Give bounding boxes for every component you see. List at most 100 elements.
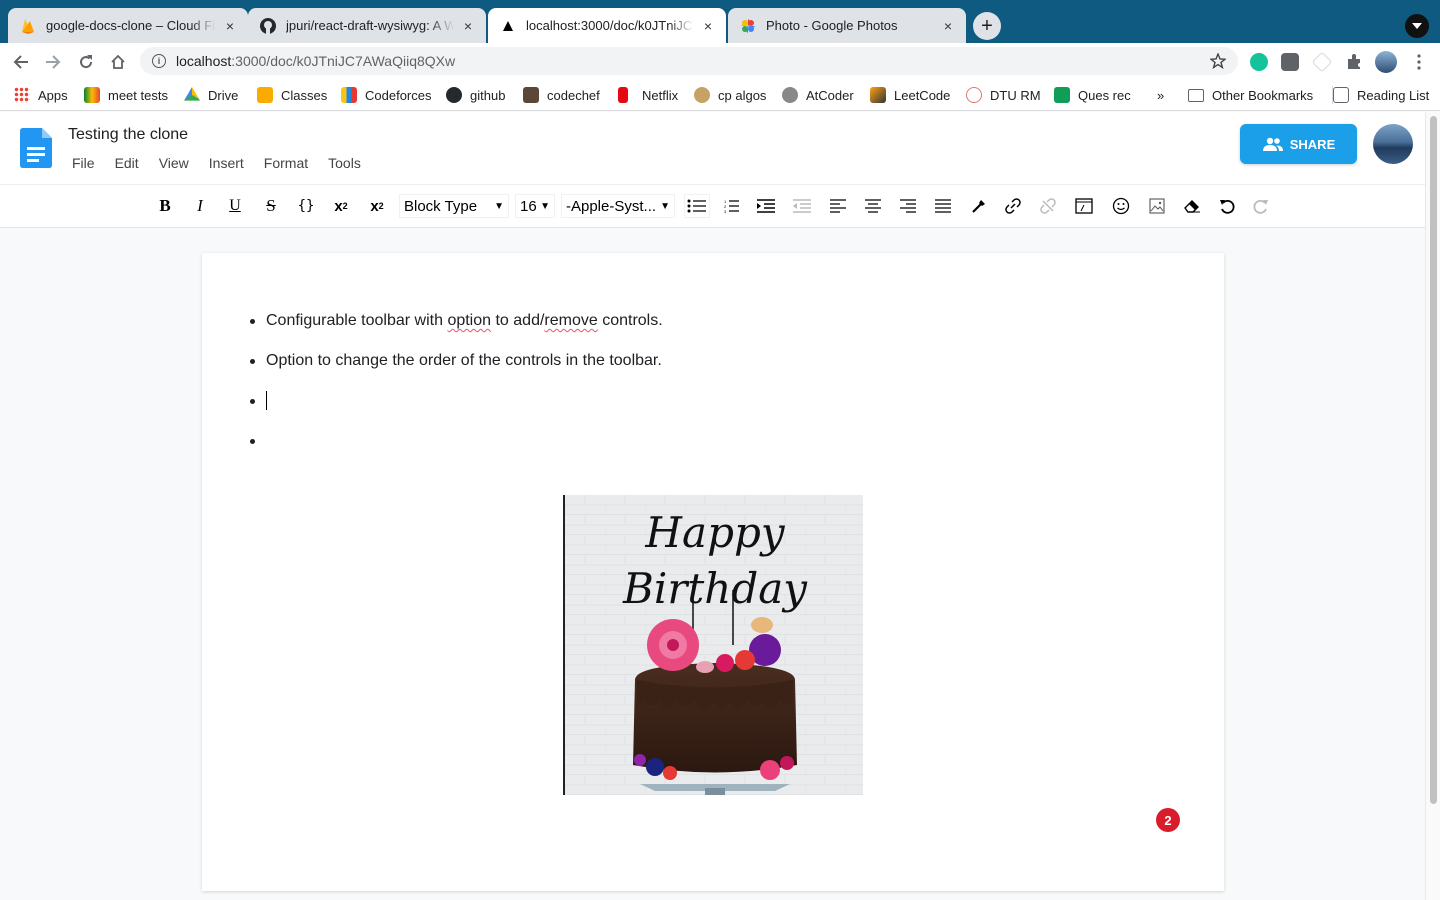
list-item[interactable] bbox=[248, 430, 663, 470]
bookmark-ques-rec[interactable]: Ques rec bbox=[1054, 86, 1131, 104]
menu-format[interactable]: Format bbox=[264, 155, 308, 171]
bookmark-star-icon[interactable] bbox=[1209, 52, 1227, 72]
atcoder-icon bbox=[782, 87, 798, 103]
reload-button[interactable] bbox=[75, 51, 97, 73]
font-family-value: -Apple-Syst... bbox=[566, 197, 657, 215]
profile-avatar[interactable] bbox=[1375, 51, 1397, 73]
redo-button[interactable] bbox=[1249, 194, 1273, 218]
bookmark-atcoder[interactable]: AtCoder bbox=[782, 86, 854, 104]
menu-insert[interactable]: Insert bbox=[209, 155, 244, 171]
notification-badge[interactable]: 2 bbox=[1156, 808, 1180, 832]
tab-firebase[interactable]: google-docs-clone – Cloud Fir × bbox=[8, 8, 248, 43]
list-item[interactable] bbox=[248, 390, 663, 430]
undo-button[interactable] bbox=[1215, 194, 1239, 218]
menu-edit[interactable]: Edit bbox=[115, 155, 139, 171]
bookmark-codechef[interactable]: codechef bbox=[523, 86, 600, 104]
indent-button[interactable] bbox=[754, 194, 778, 218]
subscript-button[interactable]: x2 bbox=[365, 194, 389, 218]
justify-button[interactable] bbox=[931, 194, 955, 218]
misspelled-word[interactable]: option bbox=[447, 312, 491, 329]
bookmark-label: Classes bbox=[281, 87, 328, 103]
image-button[interactable] bbox=[1145, 194, 1169, 218]
more-vert-icon[interactable] bbox=[1410, 53, 1428, 71]
font-size-value: 16 bbox=[520, 197, 537, 215]
close-icon[interactable]: × bbox=[460, 18, 476, 34]
unlink-button[interactable] bbox=[1036, 194, 1060, 218]
app-header bbox=[0, 112, 1425, 184]
remove-format-button[interactable] bbox=[1180, 194, 1204, 218]
indent-icon bbox=[757, 199, 775, 213]
bookmark-codeforces[interactable]: Codeforces bbox=[341, 86, 431, 104]
font-family-select[interactable]: -Apple-Syst... ▼ bbox=[561, 194, 675, 218]
reading-list[interactable]: Reading List bbox=[1332, 86, 1429, 104]
bullet-list[interactable]: Configurable toolbar with option to add/… bbox=[248, 310, 663, 470]
bookmark-apps[interactable]: Apps bbox=[14, 86, 68, 104]
back-button[interactable] bbox=[10, 51, 32, 73]
info-icon[interactable]: i bbox=[152, 54, 166, 68]
extension-icon[interactable] bbox=[1281, 53, 1299, 71]
ordered-list-button[interactable]: 123 bbox=[720, 194, 744, 218]
home-button[interactable] bbox=[107, 51, 129, 73]
share-button[interactable]: SHARE bbox=[1240, 124, 1357, 164]
align-left-icon bbox=[830, 199, 846, 213]
bookmarks-overflow-button[interactable]: » bbox=[1157, 86, 1164, 104]
menu-tools[interactable]: Tools bbox=[328, 155, 361, 171]
code-button[interactable]: {} bbox=[294, 194, 318, 218]
align-right-button[interactable] bbox=[896, 194, 920, 218]
color-picker-button[interactable] bbox=[967, 194, 991, 218]
scrollbar-thumb[interactable] bbox=[1430, 116, 1437, 804]
eraser-icon bbox=[1184, 200, 1200, 213]
close-icon[interactable]: × bbox=[700, 18, 716, 34]
link-button[interactable] bbox=[1001, 194, 1025, 218]
bold-button[interactable]: B bbox=[153, 194, 177, 218]
menu-view[interactable]: View bbox=[159, 155, 189, 171]
user-avatar[interactable] bbox=[1373, 124, 1413, 164]
forward-button[interactable] bbox=[42, 51, 64, 73]
align-center-button[interactable] bbox=[861, 194, 885, 218]
firebase-icon bbox=[20, 18, 36, 34]
list-item[interactable]: Configurable toolbar with option to add/… bbox=[248, 310, 663, 350]
editor-toolbar bbox=[0, 184, 1425, 228]
bookmark-cp-algos[interactable]: cp algos bbox=[694, 86, 766, 104]
align-left-button[interactable] bbox=[826, 194, 850, 218]
new-tab-button[interactable]: + bbox=[973, 12, 1001, 40]
font-size-select[interactable]: 16 ▼ bbox=[515, 194, 555, 218]
superscript-button[interactable]: x2 bbox=[329, 194, 353, 218]
bookmark-other[interactable]: Other Bookmarks bbox=[1188, 86, 1313, 104]
share-label: SHARE bbox=[1289, 136, 1336, 152]
italic-button[interactable]: I bbox=[188, 194, 212, 218]
outdent-button[interactable] bbox=[790, 194, 814, 218]
tab-search-button[interactable] bbox=[1405, 14, 1429, 38]
emoji-button[interactable] bbox=[1109, 194, 1133, 218]
unordered-list-button[interactable] bbox=[684, 194, 710, 218]
tab-github[interactable]: jpuri/react-draft-wysiwyg: A W × bbox=[248, 8, 486, 43]
close-icon[interactable]: × bbox=[940, 18, 956, 34]
bookmark-leetcode[interactable]: LeetCode bbox=[870, 86, 950, 104]
tab-localhost[interactable]: localhost:3000/doc/k0JTniJC7A × bbox=[488, 8, 726, 43]
docs-logo-icon[interactable] bbox=[20, 128, 52, 173]
strikethrough-button[interactable]: S bbox=[259, 194, 283, 218]
bookmark-github[interactable]: github bbox=[446, 86, 505, 104]
bookmark-meet-tests[interactable]: meet tests bbox=[84, 86, 168, 104]
tab-google-photos[interactable]: Photo - Google Photos × bbox=[728, 8, 966, 43]
misspelled-word[interactable]: remove bbox=[544, 312, 597, 329]
address-bar[interactable]: i localhost:3000/doc/k0JTniJC7AWaQiiq8QX… bbox=[140, 47, 1238, 75]
menu-file[interactable]: File bbox=[72, 155, 95, 171]
list-item[interactable]: Option to change the order of the contro… bbox=[248, 350, 663, 390]
cake-illustration: Happy Birthday bbox=[565, 495, 863, 795]
birthday-cake-image[interactable]: Happy Birthday bbox=[563, 495, 863, 795]
grammarly-icon[interactable] bbox=[1250, 53, 1268, 71]
bookmark-netflix[interactable]: Netflix bbox=[618, 86, 678, 104]
embed-button[interactable] bbox=[1072, 194, 1096, 218]
extension-icon[interactable] bbox=[1311, 51, 1333, 73]
block-type-select[interactable]: Block Type ▼ bbox=[399, 194, 509, 218]
dtu-icon bbox=[966, 87, 982, 103]
bookmark-dtu-rm[interactable]: DTU RM bbox=[966, 86, 1041, 104]
underline-button[interactable]: U bbox=[223, 194, 247, 218]
document-title[interactable]: Testing the clone bbox=[68, 126, 188, 144]
bookmark-drive[interactable]: Drive bbox=[184, 86, 238, 104]
puzzle-icon[interactable] bbox=[1345, 53, 1363, 71]
caret-down-icon: ▼ bbox=[494, 200, 504, 212]
close-icon[interactable]: × bbox=[222, 18, 238, 34]
bookmark-classes[interactable]: Classes bbox=[257, 86, 327, 104]
